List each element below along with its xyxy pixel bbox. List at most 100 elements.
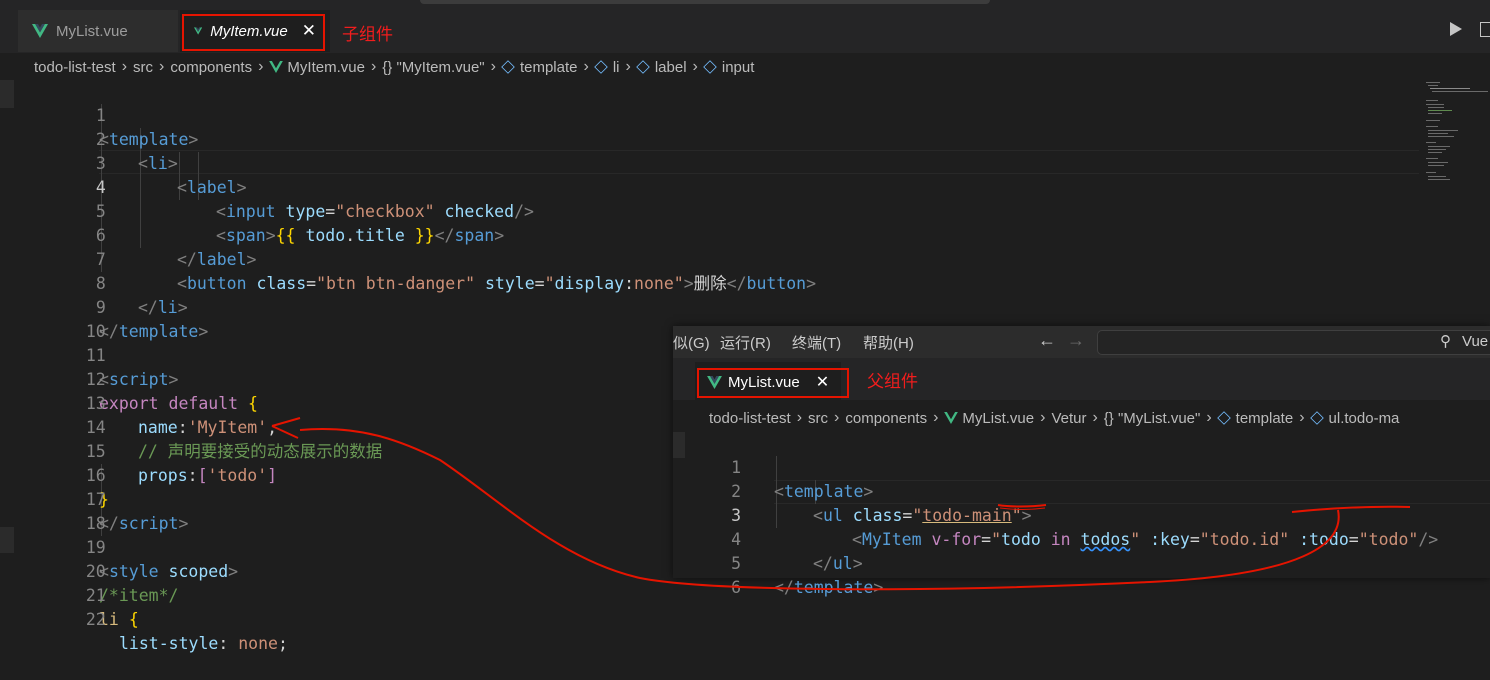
chevron-right-icon: › [692, 58, 698, 75]
breadcrumb-item[interactable]: todo-list-test [34, 59, 116, 76]
token: </ [813, 554, 833, 573]
token: type [285, 202, 326, 221]
menu-item-help[interactable]: 帮助(H) [863, 332, 914, 353]
element-icon [636, 60, 650, 74]
line-number: 9 [95, 298, 106, 317]
breadcrumb: todo-list-test › src › components › MyItem.… [0, 55, 1490, 79]
token: > [178, 514, 189, 533]
breadcrumb-item[interactable]: {} "MyList.vue" [1104, 410, 1201, 427]
forward-arrow-icon[interactable]: → [1067, 330, 1085, 351]
chevron-right-icon: › [1206, 409, 1212, 426]
menu-item-go[interactable]: 似(G) [673, 332, 710, 353]
token: /> [514, 202, 534, 221]
breadcrumb-item[interactable]: src [133, 59, 153, 76]
menu-item-terminal[interactable]: 终端(T) [792, 332, 841, 353]
token: MyItem [861, 530, 922, 549]
token: > [228, 562, 239, 581]
token: . [345, 226, 356, 245]
token: template [793, 578, 874, 597]
token: { [128, 610, 139, 629]
breadcrumb-item[interactable]: input [722, 59, 755, 76]
minimap[interactable] [1424, 80, 1488, 190]
breadcrumb-item[interactable]: label [655, 59, 687, 76]
vue-icon [32, 24, 48, 38]
token: name [138, 418, 178, 437]
token: label [186, 178, 237, 197]
code-line: 10 [0, 296, 106, 341]
code-line: 2 <ul class="todo-main"> [673, 456, 1032, 525]
breadcrumb-item[interactable]: MyList.vue [962, 410, 1034, 427]
token: > [1021, 506, 1032, 525]
breadcrumb-item[interactable]: MyItem.vue [287, 59, 365, 76]
run-icon[interactable] [1450, 22, 1462, 36]
line-number: 4 [95, 178, 106, 197]
token: list-style [119, 634, 219, 653]
token: "btn btn-danger" [316, 274, 476, 293]
chevron-right-icon: › [796, 409, 803, 426]
token: ul [832, 554, 853, 573]
breadcrumb-item[interactable]: {} "MyItem.vue" [382, 59, 484, 76]
line-number: 19 [85, 538, 106, 557]
token: class [852, 506, 903, 525]
token: template [118, 322, 199, 341]
token: </ [138, 298, 158, 317]
code-line: 16 } [0, 440, 109, 509]
highlight-box [697, 368, 849, 398]
comment: /*item*/ [99, 586, 179, 605]
code-line: 11 <script> [0, 320, 179, 389]
code-line: 6 </label> [0, 200, 257, 269]
token: < [177, 274, 187, 293]
tab-mylist[interactable]: MyList.vue [18, 10, 178, 52]
breadcrumb-item[interactable]: template [1236, 410, 1294, 427]
breadcrumb-item[interactable]: ul.todo-ma [1329, 410, 1400, 427]
token: class [256, 274, 307, 293]
comment: // 声明要接受的动态展示的数据 [138, 442, 383, 461]
token: </ [774, 578, 794, 597]
token: , [267, 418, 278, 437]
menu-item-run[interactable]: 运行(R) [720, 332, 771, 353]
code-line: 19 <style scoped> [0, 512, 238, 581]
code-line: 13 name:'MyItem', [0, 368, 277, 437]
breadcrumb-item[interactable]: components [170, 59, 252, 76]
popup-tab-bar: MyList.vue ✕ 父组件 [673, 358, 1490, 402]
code-line: 21 li { [0, 560, 139, 629]
split-editor-icon[interactable] [1480, 22, 1490, 37]
code-line: 7 <button class="btn btn-danger" style="… [0, 224, 816, 293]
breadcrumb-item[interactable]: li [613, 59, 620, 76]
token: > [494, 226, 505, 245]
breadcrumb-item[interactable]: Vetur [1051, 410, 1086, 427]
command-center-search[interactable]: ⚲ Vue [1097, 330, 1490, 355]
token: < [216, 226, 226, 245]
current-line-highlight [774, 480, 1490, 504]
token: " [544, 274, 555, 293]
chevron-right-icon: › [625, 58, 631, 75]
chevron-right-icon: › [583, 58, 589, 75]
back-arrow-icon[interactable]: ← [1038, 330, 1056, 351]
search-icon: ⚲ [1440, 333, 1451, 350]
token: ] [267, 466, 278, 485]
line-number: 1 [95, 106, 106, 125]
token: li [147, 154, 168, 173]
breadcrumb-item[interactable]: src [808, 410, 828, 427]
line-number: 16 [85, 466, 106, 485]
code-line: 1 <template> [0, 80, 199, 149]
breadcrumb-item[interactable]: components [845, 410, 927, 427]
token: " [1011, 506, 1022, 525]
line-number: 13 [85, 394, 106, 413]
search-hint: Vue [1462, 333, 1489, 350]
popup-breadcrumb: todo-list-test › src › components › MyList.… [709, 406, 1399, 430]
breadcrumb-item[interactable]: template [520, 59, 578, 76]
token: > [246, 250, 257, 269]
line-number: 7 [95, 250, 106, 269]
chevron-right-icon: › [1040, 409, 1046, 426]
token: > [852, 554, 863, 573]
token: span [454, 226, 495, 245]
code-line: 5 </template> [673, 528, 883, 597]
token: < [774, 482, 784, 501]
breadcrumb-item[interactable]: todo-list-test [709, 410, 791, 427]
token: > [863, 482, 874, 501]
code-line: 3 <MyItem v-for="todo in todos" :key="to… [673, 480, 1438, 549]
line-number: 15 [85, 442, 106, 461]
title-search-bar[interactable] [420, 0, 990, 4]
popup-code-editor[interactable]: 1 <template> 2 <ul class="todo-main"> 3 … [673, 432, 1490, 597]
